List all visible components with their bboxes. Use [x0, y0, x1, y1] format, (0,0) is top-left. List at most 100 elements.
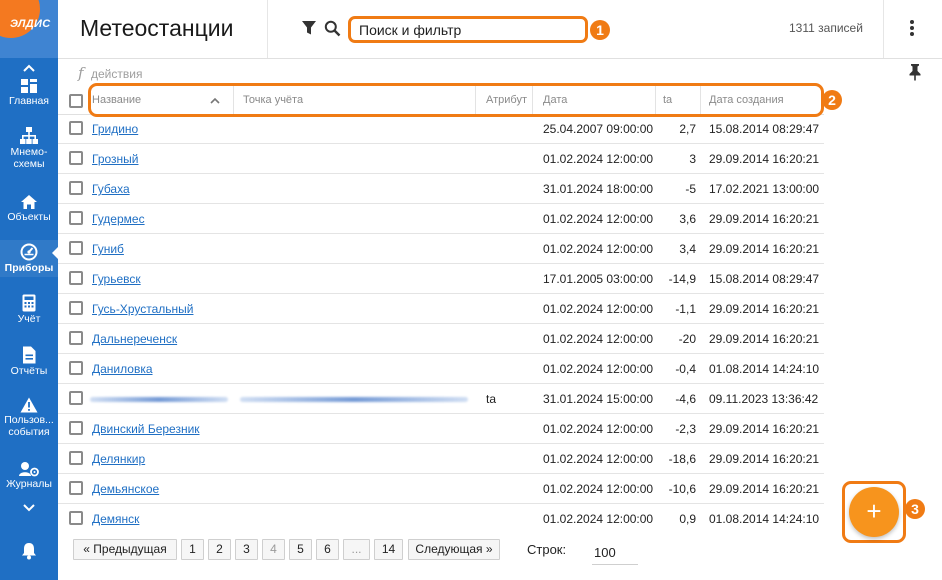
search-icon[interactable]: [324, 20, 341, 37]
logo[interactable]: ЭЛДИС: [0, 0, 58, 58]
nav-item-accounting[interactable]: Учёт: [0, 294, 58, 325]
column-header-created[interactable]: Дата создания: [701, 86, 824, 114]
table-row[interactable]: Гридино 25.04.2007 09:00:00 2,7 15.08.20…: [58, 114, 824, 144]
row-checkbox[interactable]: [69, 391, 83, 405]
station-name-link[interactable]: Демянск: [92, 512, 139, 526]
page-button[interactable]: 1: [181, 539, 204, 560]
nav-scroll-down-icon[interactable]: [0, 502, 58, 514]
table-row[interactable]: Гурьевск 17.01.2005 03:00:00 -14,9 15.08…: [58, 264, 824, 294]
page-button[interactable]: 2: [208, 539, 231, 560]
nav-label-accounting: Учёт: [17, 313, 41, 325]
row-date: 17.01.2005 03:00:00: [543, 272, 654, 286]
filter-icon[interactable]: [301, 20, 317, 36]
station-name-link[interactable]: Гридино: [92, 122, 138, 136]
logo-text: ЭЛДИС: [10, 18, 51, 30]
row-checkbox[interactable]: [69, 211, 83, 225]
rows-per-page-input[interactable]: [592, 540, 638, 565]
table-row[interactable]: Гудермес 01.02.2024 12:00:00 3,6 29.09.2…: [58, 204, 824, 234]
table-row[interactable]: Грозный 01.02.2024 12:00:00 3 29.09.2014…: [58, 144, 824, 174]
row-checkbox[interactable]: [69, 331, 83, 345]
column-header-ta[interactable]: ta: [656, 86, 701, 114]
row-checkbox[interactable]: [69, 181, 83, 195]
notifications-bell[interactable]: [0, 542, 58, 561]
station-name-link[interactable]: Дальнереченск: [92, 332, 177, 346]
row-date: 01.02.2024 12:00:00: [543, 422, 654, 436]
row-ta: 3: [689, 152, 696, 166]
table-row[interactable]: Даниловка 01.02.2024 12:00:00 -0,4 01.08…: [58, 354, 824, 384]
station-name-link[interactable]: Губаха: [92, 182, 130, 196]
gauge-icon: [20, 243, 38, 261]
page-button[interactable]: 3: [235, 539, 258, 560]
station-name-link[interactable]: Гусь-Хрустальный: [92, 302, 193, 316]
row-date: 01.02.2024 12:00:00: [543, 242, 654, 256]
column-header-attribute[interactable]: Атрибут: [476, 86, 533, 114]
page-button-current[interactable]: 4: [262, 539, 285, 560]
select-all-checkbox[interactable]: [69, 94, 83, 108]
nav-scroll-up-icon[interactable]: [0, 62, 58, 74]
nav-item-mnemo[interactable]: Мнемо- схемы: [0, 127, 58, 170]
next-page-button[interactable]: Следующая »: [408, 539, 500, 560]
page-button[interactable]: 5: [289, 539, 312, 560]
add-button[interactable]: +: [849, 487, 899, 537]
search-input[interactable]: [348, 16, 588, 43]
station-name-link[interactable]: Демьянское: [92, 482, 159, 496]
row-checkbox[interactable]: [69, 121, 83, 135]
table-row[interactable]: Демьянское 01.02.2024 12:00:00 -10,6 29.…: [58, 474, 824, 504]
page-button[interactable]: 6: [316, 539, 339, 560]
row-checkbox[interactable]: [69, 421, 83, 435]
row-ta: 0,9: [679, 512, 696, 526]
station-name-link[interactable]: Делянкир: [92, 452, 145, 466]
row-checkbox[interactable]: [69, 361, 83, 375]
row-checkbox[interactable]: [69, 241, 83, 255]
pin-icon[interactable]: [908, 63, 922, 81]
row-created: 29.09.2014 16:20:21: [709, 482, 820, 496]
document-icon: [23, 346, 36, 364]
station-name-link[interactable]: Гудермес: [92, 212, 145, 226]
station-name-link[interactable]: Гурьевск: [92, 272, 141, 286]
more-options-icon[interactable]: [904, 18, 920, 38]
nav-item-user-events[interactable]: Пользов... события: [0, 397, 58, 438]
row-created: 29.09.2014 16:20:21: [709, 452, 820, 466]
actions-label[interactable]: действия: [91, 67, 142, 81]
station-name-link[interactable]: Двинский Березник: [92, 422, 200, 436]
nav-item-home[interactable]: Главная: [0, 78, 58, 107]
prev-page-button[interactable]: « Предыдущая: [73, 539, 177, 560]
function-icon[interactable]: f: [78, 64, 84, 82]
table-row[interactable]: Дальнереченск 01.02.2024 12:00:00 -20 29…: [58, 324, 824, 354]
nav-item-journals[interactable]: Журналы: [0, 461, 58, 490]
table-row[interactable]: Двинский Березник 01.02.2024 12:00:00 -2…: [58, 414, 824, 444]
sidebar: ЭЛДИС Главная Мнемо- схемы Объекты Прибо…: [0, 0, 59, 580]
nav-item-devices[interactable]: Приборы: [0, 240, 58, 277]
row-checkbox[interactable]: [69, 151, 83, 165]
station-name-link[interactable]: Гуниб: [92, 242, 124, 256]
row-checkbox[interactable]: [69, 481, 83, 495]
nav-label-mnemo-1: Мнемо-: [10, 146, 48, 158]
column-header-date[interactable]: Дата: [533, 86, 656, 114]
nav-item-objects[interactable]: Объекты: [0, 194, 58, 223]
page-button[interactable]: 14: [374, 539, 403, 560]
nav-label-objects: Объекты: [7, 211, 51, 223]
nav-label-reports: Отчёты: [10, 365, 48, 377]
station-name-link[interactable]: Даниловка: [92, 362, 153, 376]
table-row[interactable]: Делянкир 01.02.2024 12:00:00 -18,6 29.09…: [58, 444, 824, 474]
sort-ascending-icon[interactable]: [210, 97, 220, 104]
table-row[interactable]: Гуниб 01.02.2024 12:00:00 3,4 29.09.2014…: [58, 234, 824, 264]
table-row[interactable]: Гусь-Хрустальный 01.02.2024 12:00:00 -1,…: [58, 294, 824, 324]
station-name-link[interactable]: Грозный: [92, 152, 139, 166]
row-checkbox[interactable]: [69, 511, 83, 525]
actions-bar: f действия: [58, 59, 942, 86]
column-header-name[interactable]: Название: [88, 86, 234, 114]
row-created: 29.09.2014 16:20:21: [709, 152, 820, 166]
nav-item-reports[interactable]: Отчёты: [0, 346, 58, 377]
row-checkbox[interactable]: [69, 301, 83, 315]
row-date: 31.01.2024 15:00:00: [543, 392, 654, 406]
table-row-redacted[interactable]: ta 31.01.2024 15:00:00 -4,6 09.11.2023 1…: [58, 384, 824, 414]
table-row[interactable]: Демянск 01.02.2024 12:00:00 0,9 01.08.20…: [58, 504, 824, 534]
rows-per-page-label: Строк:: [527, 542, 567, 557]
row-ta: 2,7: [679, 122, 696, 136]
bell-icon: [22, 543, 36, 560]
row-checkbox[interactable]: [69, 451, 83, 465]
column-header-point[interactable]: Точка учёта: [234, 86, 476, 114]
table-row[interactable]: Губаха 31.01.2024 18:00:00 -5 17.02.2021…: [58, 174, 824, 204]
row-checkbox[interactable]: [69, 271, 83, 285]
